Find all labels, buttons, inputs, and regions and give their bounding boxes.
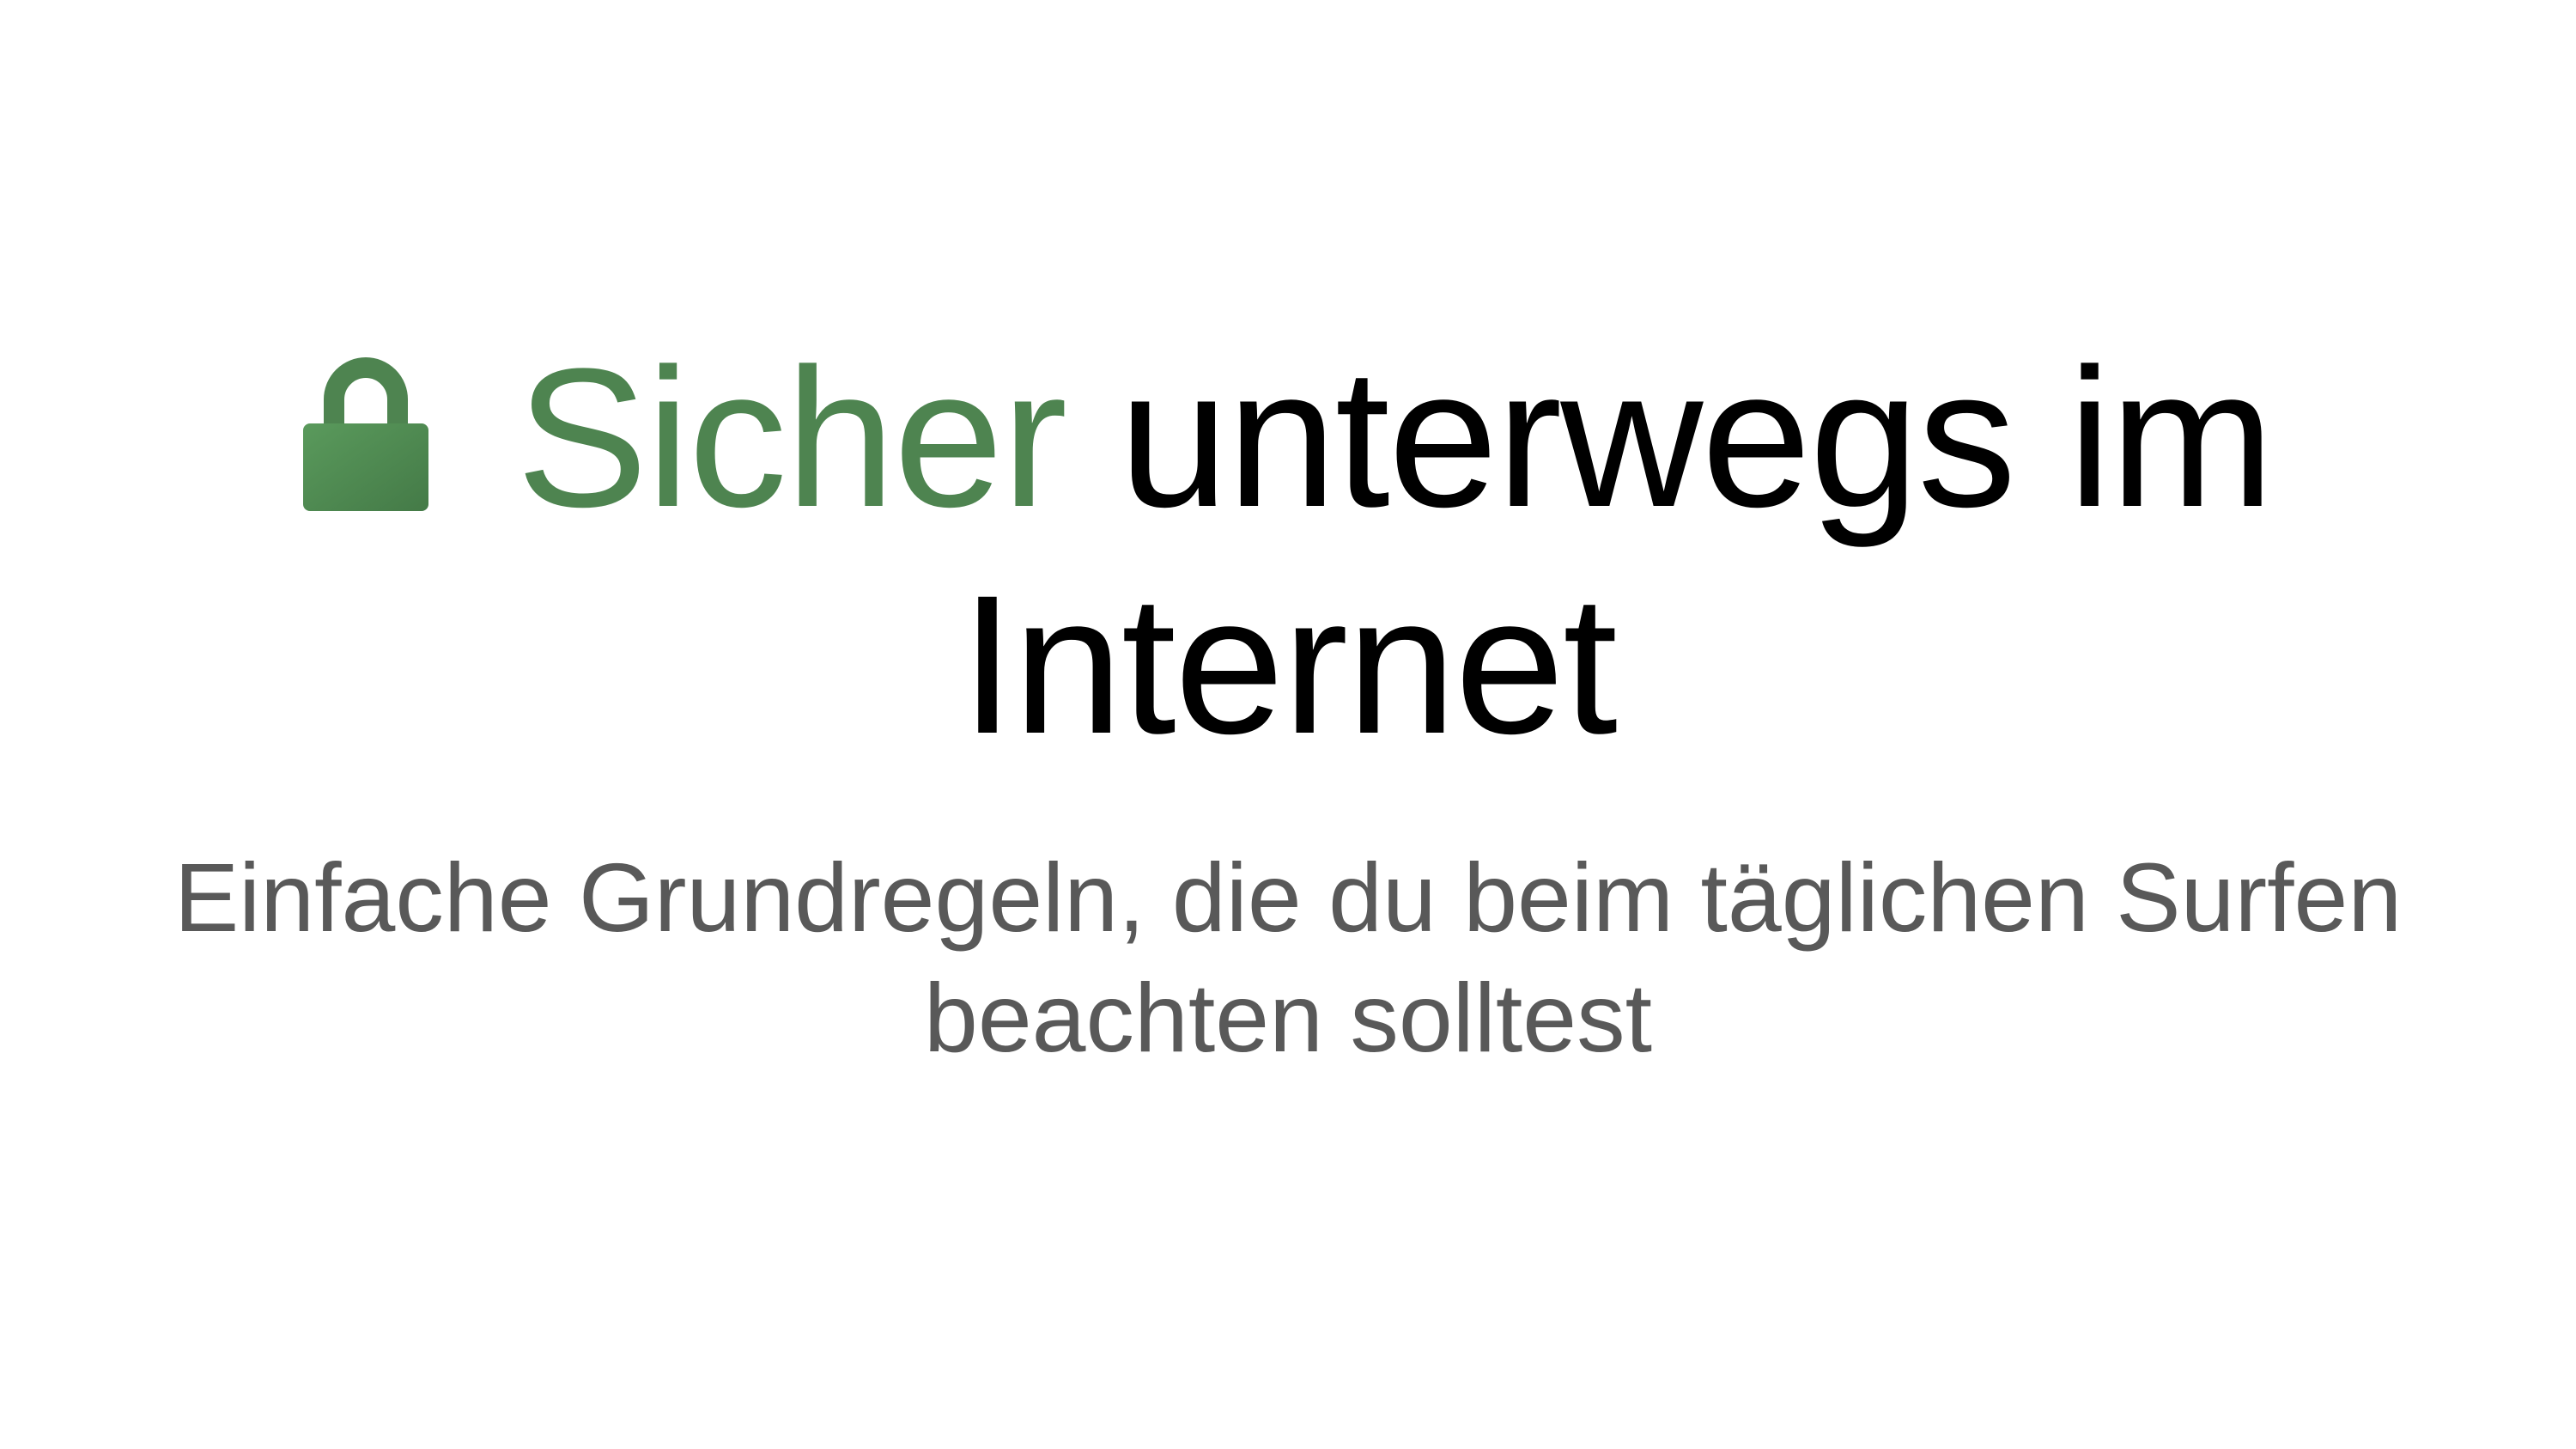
slide-title: Sicher unterwegs im Internet bbox=[0, 325, 2576, 778]
slide: Sicher unterwegs im Internet Einfache Gru… bbox=[0, 0, 2576, 1449]
subtitle-line1: Einfache Grundregeln, die du beim täglic… bbox=[173, 843, 2403, 952]
title-accent-word: Sicher bbox=[516, 327, 1067, 548]
lock-icon bbox=[303, 350, 429, 511]
slide-subtitle: Einfache Grundregeln, die du beim täglic… bbox=[0, 837, 2576, 1078]
title-block: Sicher unterwegs im Internet bbox=[0, 325, 2576, 778]
title-line1-rest: unterwegs im bbox=[1066, 327, 2275, 548]
title-line2: Internet bbox=[960, 554, 1618, 775]
subtitle-block: Einfache Grundregeln, die du beim täglic… bbox=[0, 837, 2576, 1078]
subtitle-line2: beachten solltest bbox=[923, 964, 1653, 1072]
